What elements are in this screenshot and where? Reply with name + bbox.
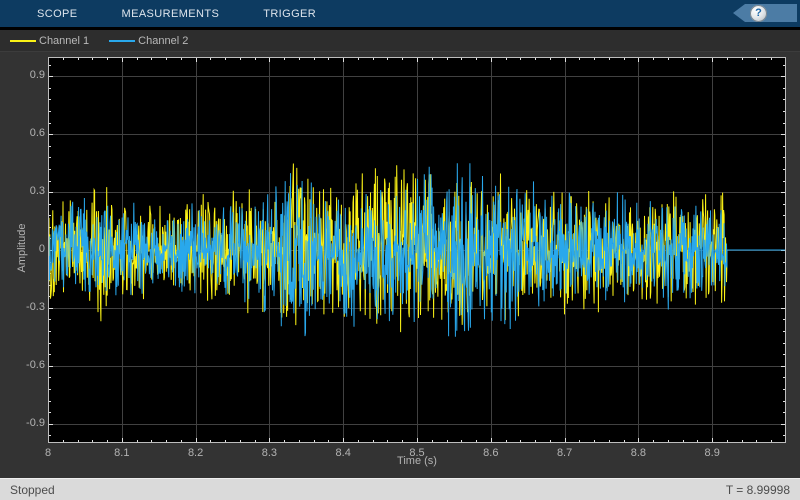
legend: Channel 1 Channel 2 <box>0 30 800 52</box>
y-tick-label: 0.6 <box>29 127 45 140</box>
legend-label-channel-1: Channel 1 <box>39 34 90 47</box>
y-tick-label: 0 <box>38 243 45 255</box>
help-button[interactable]: ? <box>733 4 797 22</box>
channel-2-line-swatch <box>109 39 136 42</box>
y-tick-label: 0.9 <box>29 69 45 82</box>
legend-item-channel-2[interactable]: Channel 2 <box>109 35 188 47</box>
toolstrip: SCOPE MEASUREMENTS TRIGGER ? <box>0 0 800 27</box>
y-tick-label: -0.3 <box>26 300 45 313</box>
y-tick-label: -0.6 <box>26 358 45 371</box>
status-bar: Stopped T = 8.99998 <box>0 478 800 500</box>
y-tick-label: 0.3 <box>29 185 45 198</box>
legend-item-channel-1[interactable]: Channel 1 <box>10 35 89 47</box>
question-mark-icon: ? <box>750 4 767 22</box>
scope-window: SCOPE MEASUREMENTS TRIGGER ? Channel 1 C… <box>0 0 800 500</box>
plot-panel: Channel 1 Channel 2 Amplitude -0.9 -0.6 -0… <box>0 30 800 478</box>
status-text: Stopped <box>10 482 55 497</box>
tab-trigger[interactable]: TRIGGER <box>263 8 316 20</box>
tab-scope[interactable]: SCOPE <box>37 8 78 20</box>
time-readout: T = 8.99998 <box>725 482 790 497</box>
waveform-plot[interactable] <box>47 57 786 443</box>
y-tick-label: -0.9 <box>26 416 45 429</box>
channel-1-line-swatch <box>10 39 36 42</box>
toolstrip-tabs: SCOPE MEASUREMENTS TRIGGER <box>0 8 316 20</box>
tab-measurements[interactable]: MEASUREMENTS <box>122 8 220 20</box>
x-axis-title: Time (s) <box>397 455 437 467</box>
plot-axes-area[interactable] <box>47 57 786 443</box>
legend-label-channel-2: Channel 2 <box>138 34 189 47</box>
